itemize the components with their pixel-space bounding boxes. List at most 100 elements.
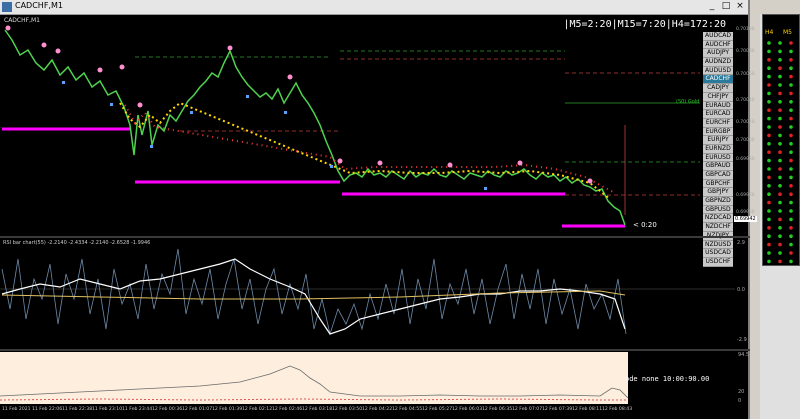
symbol-button-gbpnzd[interactable]: GBPNZD — [703, 197, 733, 206]
symbol-list: AUDCAD AUDCHF AUDJPY AUDNZD AUDUSD CADCHF CADJ… — [703, 32, 733, 267]
chart-titlebar[interactable]: CADCHF,M1 _ □ × — [0, 0, 748, 15]
signal-dot — [767, 41, 771, 45]
window-title: CADCHF,M1 — [15, 1, 63, 10]
price-tick: 0.69980 — [736, 157, 755, 162]
signal-dot — [789, 108, 793, 112]
symbol-button-cadjpy[interactable]: CADJPY — [703, 84, 733, 93]
signal-marker — [97, 67, 103, 73]
signal-dot — [778, 83, 782, 87]
signal-dot — [789, 66, 793, 70]
symbol-button-gbpaud[interactable]: GBPAUD — [703, 162, 733, 171]
close-button[interactable]: × — [734, 1, 746, 12]
signal-marker — [337, 158, 343, 164]
symbol-button-audcad[interactable]: AUDCAD — [703, 32, 733, 41]
time-tick: 11 Feb 23:44 — [122, 407, 153, 412]
panel-divider[interactable] — [0, 349, 750, 351]
signal-dot — [778, 49, 782, 54]
time-tick: 12 Feb 04:55 — [392, 407, 423, 412]
symbol-button-gbpchf[interactable]: GBPCHF — [703, 179, 733, 189]
signal-dot — [767, 226, 771, 230]
signal-dot — [767, 217, 771, 222]
price-tick: 0.70060 — [736, 72, 755, 77]
symbol-button-gbpusd[interactable]: GBPUSD — [703, 205, 733, 215]
dashboard-titlebar[interactable] — [760, 0, 800, 14]
symbol-button-chfjpy[interactable]: CHFJPY — [703, 92, 733, 102]
signal-dot — [778, 116, 782, 121]
signal-dot — [789, 100, 793, 104]
oscillator-scale-bottom: 0 — [738, 398, 742, 404]
signal-dot — [778, 251, 782, 255]
symbol-button-audusd[interactable]: AUDUSD — [703, 66, 733, 76]
signal-dot — [789, 116, 793, 121]
signal-dot — [778, 74, 782, 79]
signal-marker — [377, 160, 383, 166]
signal-dot — [789, 142, 793, 146]
signal-marker — [330, 165, 333, 168]
symbol-button-cadchf[interactable]: CADCHF — [703, 75, 733, 85]
symbol-button-eurchf[interactable]: EURCHF — [703, 118, 733, 128]
maximize-button[interactable]: □ — [720, 1, 732, 12]
price-chart[interactable] — [0, 15, 735, 237]
panel-divider[interactable] — [0, 236, 750, 238]
signal-marker — [447, 162, 453, 168]
signal-dot — [767, 150, 771, 154]
symbol-button-eurcad[interactable]: EURCAD — [703, 110, 733, 119]
symbol-button-gbpjpy[interactable]: GBPJPY — [703, 188, 733, 198]
signal-dot — [778, 192, 782, 196]
signal-marker — [62, 81, 65, 84]
symbol-button-nzdcad[interactable]: NZDCAD — [703, 214, 733, 224]
time-tick: 12 Feb 02:12 — [242, 407, 273, 412]
signal-marker — [119, 64, 125, 70]
signal-marker — [55, 48, 61, 54]
time-tick: 12 Feb 02:46 — [272, 407, 303, 412]
signal-dot — [778, 150, 782, 154]
last-price-tag: 0.69942 — [734, 216, 757, 222]
signal-dot — [789, 217, 793, 222]
symbol-button-eurusd[interactable]: EURUSD — [703, 153, 733, 163]
signal-dot — [789, 167, 793, 171]
time-tick: 12 Feb 01:07 — [182, 407, 213, 412]
signal-dot — [767, 142, 771, 146]
price-tick: 0.70040 — [736, 98, 755, 103]
symbol-button-audnzd[interactable]: AUDNZD — [703, 58, 733, 67]
signal-marker — [284, 111, 287, 114]
bar-countdown: < 0:20 — [633, 221, 657, 229]
rsi-panel[interactable] — [0, 239, 735, 347]
chart-window-icon — [2, 2, 12, 12]
time-tick: 12 Feb 06:35 — [482, 407, 513, 412]
signal-dot — [778, 234, 782, 238]
signal-dot — [789, 49, 793, 54]
dashboard-panel[interactable]: H4 M5 — [762, 14, 800, 266]
signal-dot — [778, 108, 782, 112]
signal-dot — [767, 83, 771, 87]
signal-dot — [778, 91, 782, 96]
minimize-button[interactable]: _ — [706, 1, 718, 12]
symbol-button-eurjpy[interactable]: EURJPY — [703, 136, 733, 145]
symbol-button-euraud[interactable]: EURAUD — [703, 101, 733, 111]
time-tick: 12 Feb 07:39 — [542, 407, 573, 412]
signal-dot — [767, 100, 771, 104]
chart-window[interactable]: CADCHF,M1 _ □ × CADCHF,M1 |M5=2:20|M15=7… — [0, 0, 757, 419]
price-tick: 0.69950 — [736, 210, 755, 215]
oscillator-chart — [0, 365, 628, 401]
signal-dot — [789, 242, 793, 247]
price-tick: 0.70020 — [736, 120, 755, 125]
symbol-button-nzdchf[interactable]: NZDCHF — [703, 223, 733, 232]
symbol-button-audchf[interactable]: AUDCHF — [703, 40, 733, 50]
oscillator-panel[interactable] — [0, 352, 628, 404]
signal-dot — [767, 108, 771, 112]
signal-dot — [789, 259, 793, 264]
signal-dot — [778, 259, 782, 264]
signal-dot — [778, 158, 782, 163]
symbol-button-gbpcad[interactable]: GBPCAD — [703, 171, 733, 180]
symbol-button-eurgbp[interactable]: EURGBP — [703, 127, 733, 137]
signal-marker — [5, 25, 11, 31]
signal-dot — [767, 242, 771, 247]
signal-dot — [778, 142, 782, 146]
symbol-button-eurnzd[interactable]: EURNZD — [703, 144, 733, 154]
signal-marker — [517, 160, 523, 166]
symbol-button-audjpy[interactable]: AUDJPY — [703, 49, 733, 59]
signal-dot — [767, 209, 771, 213]
signal-dot — [778, 217, 782, 222]
time-tick: 12 Feb 03:18 — [302, 407, 333, 412]
